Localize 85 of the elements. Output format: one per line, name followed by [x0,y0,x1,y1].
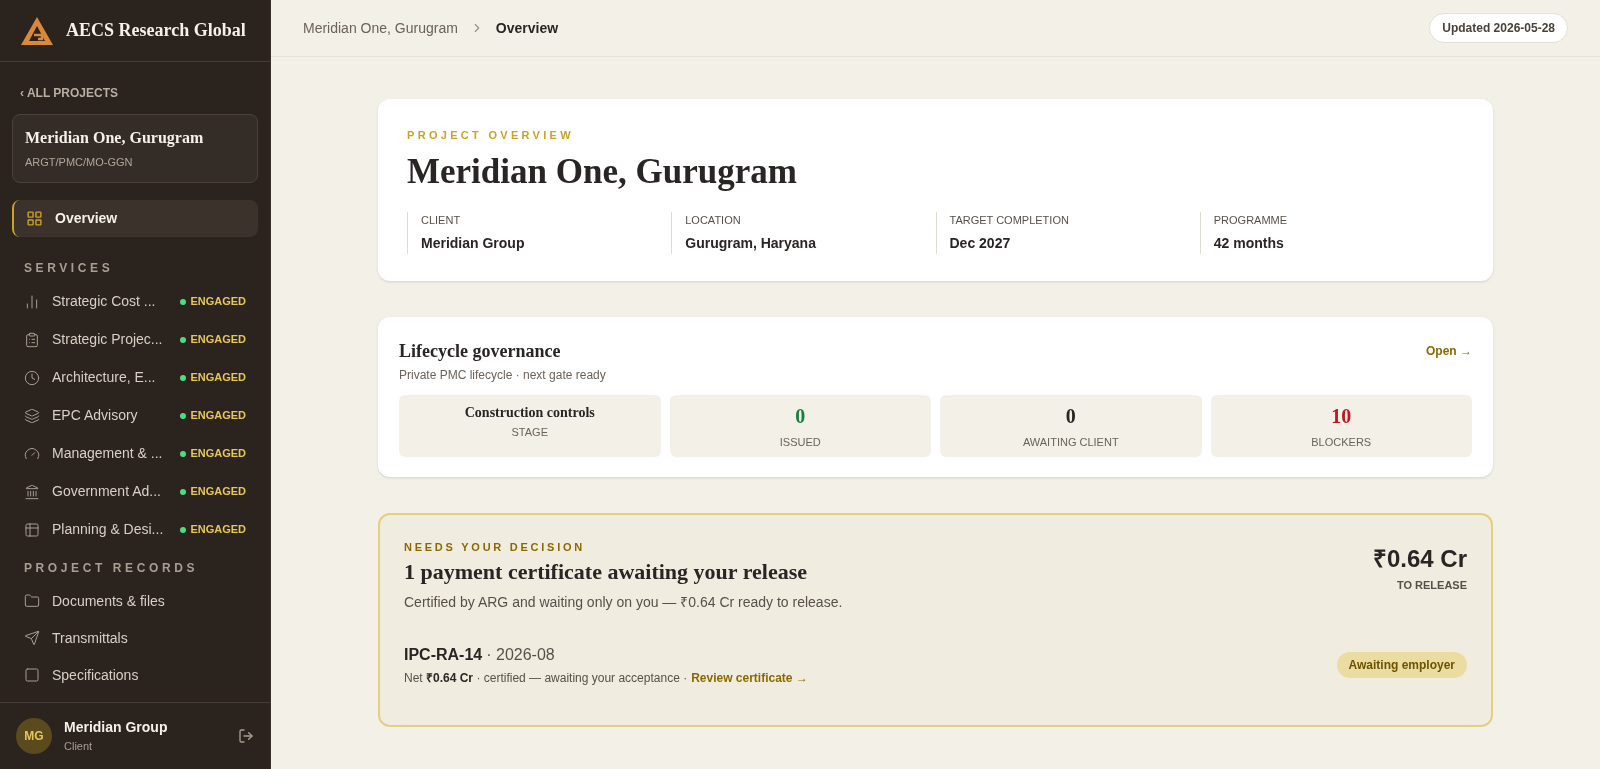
record-item[interactable]: Specifications [12,656,258,694]
status-label: ENGAGED [190,446,246,462]
grid-icon [26,209,43,227]
service-item[interactable]: EPC Advisory ENGAGED [12,396,258,435]
project-code: ARGT/PMC/MO-GGN [25,155,134,170]
stat-value: 10 [1331,403,1352,429]
service-label: EPC Advisory [52,406,139,425]
section-title: Lifecycle governance [399,339,562,363]
stat-label: AWAITING CLIENT [1022,434,1119,450]
fact-label: PROGRAMME [1213,213,1289,228]
avatar: MG [16,718,52,754]
fact-value: 42 months [1213,233,1285,253]
stat-label: BLOCKERS [1311,434,1372,450]
stat-value: 0 [1065,403,1076,429]
fact-value: Gurugram, Haryana [685,233,817,253]
record-label: Specifications [52,665,139,685]
status-label: ENGAGED [190,408,246,424]
eyebrow-label: PROJECT OVERVIEW [407,128,575,143]
record-item[interactable]: Transmittals [12,619,258,657]
folder-icon [24,593,40,609]
status-label: ENGAGED [190,484,246,500]
project-name: Meridian One, Gurugram [25,128,205,149]
service-label: Planning & Desi... [52,520,165,539]
fact-label: CLIENT [421,213,462,228]
logout-icon[interactable] [238,728,254,744]
stat-label: STAGE [511,424,548,440]
logo-icon [20,15,54,46]
status-label: ENGAGED [190,370,246,386]
status-label: ENGAGED [190,332,246,348]
send-icon [24,630,40,646]
service-item[interactable]: Strategic Cost ... ENGAGED [12,282,258,321]
square-icon [24,667,40,683]
service-label: Management & ... [52,444,164,463]
open-link[interactable]: Open → [1426,341,1472,360]
service-item[interactable]: Strategic Projec... ENGAGED [12,320,258,359]
bank-icon [24,483,40,500]
certificate-id: IPC-RA-14 [404,645,483,665]
record-label: Documents & files [52,591,165,611]
status-label: ENGAGED [190,294,246,310]
service-item[interactable]: Planning & Desi... ENGAGED [12,510,258,549]
certificate-detail: Net ₹0.64 Cr · certified — awaiting your acceptance · [404,670,688,687]
gauge-icon [24,445,40,462]
release-amount: ₹0.64 Cr [1372,543,1467,574]
record-item[interactable]: Documents & files [12,582,258,620]
service-label: Government Ad... [52,482,162,501]
project-card[interactable]: Meridian One, Gurugram ARGT/PMC/MO-GGN [12,114,258,183]
fact-label: LOCATION [685,213,742,228]
service-label: Strategic Cost ... [52,292,157,311]
section-heading: PROJECT RECORDS [23,559,200,577]
service-item[interactable]: Management & ... ENGAGED [12,434,258,473]
decision-title: 1 payment certificate awaiting your release [404,558,809,586]
fact-value: Dec 2027 [949,233,1012,253]
decision-text: Certified by ARG and waiting only on you — ₹0.64 Cr ready to release. [404,593,844,612]
fact-value: Meridian Group [421,233,526,253]
nav-item[interactable]: Overview [12,199,258,237]
section-subtitle: Private PMC lifecycle · next gate ready [399,366,607,384]
brand-name: AECS Research Global [66,19,246,42]
user-name: Meridian Group [64,718,169,738]
layers-icon [24,407,40,424]
amount-label: TO RELEASE [1396,577,1467,593]
breadcrumb-item[interactable]: Meridian One, Gurugram [303,17,458,39]
bar-chart-icon [24,293,40,310]
status-label: ENGAGED [190,522,246,538]
fact-label: TARGET COMPLETION [949,213,1070,228]
breadcrumb-item[interactable]: Overview [495,17,559,39]
certificate-period: · 2026-08 [486,645,555,665]
clipboard-icon [24,331,40,348]
all-projects-link[interactable]: ‹ ALL PROJECTS [12,84,258,102]
service-item[interactable]: Government Ad... ENGAGED [12,472,258,511]
updated-badge: Updated 2026-05-28 [1429,13,1568,43]
stage-value: Construction controls [464,403,595,422]
project-title: Meridian One, Gurugram [407,150,798,193]
service-label: Architecture, E... [52,368,157,387]
review-link[interactable]: Review certificate → [691,669,808,687]
stat-label: ISSUED [779,434,821,450]
status-badge: Awaiting employer [1336,652,1467,678]
eyebrow-label: NEEDS YOUR DECISION [404,539,587,555]
user-role: Client [64,739,94,755]
record-label: Transmittals [52,628,128,648]
table-icon [24,521,40,538]
service-label: Strategic Projec... [52,330,164,349]
section-heading: SERVICES [23,259,115,277]
clock-icon [24,369,40,386]
stat-value: 0 [795,403,806,429]
service-item[interactable]: Architecture, E... ENGAGED [12,358,258,397]
